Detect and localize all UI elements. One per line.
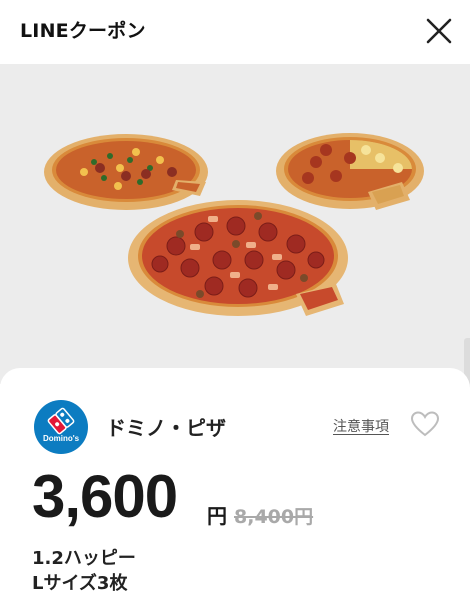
favorite-button[interactable] xyxy=(410,410,440,438)
coupon-price: 3,600 xyxy=(32,463,178,530)
pizza-left xyxy=(44,134,208,210)
close-button[interactable] xyxy=(422,14,456,48)
pizza-center xyxy=(128,200,348,316)
page-title: LINEクーポン xyxy=(20,20,146,42)
brand-name: ドミノ・ピザ xyxy=(106,416,226,440)
pizza-illustration xyxy=(44,133,424,316)
price-currency: 円 xyxy=(207,504,227,528)
notes-link[interactable]: 注意事項 xyxy=(333,416,389,436)
dominos-logo: Domino's xyxy=(34,400,88,454)
pizza-right xyxy=(276,133,424,210)
coupon-hero-image xyxy=(0,64,470,384)
coupon-description-line1: 1.2ハッピー xyxy=(32,548,136,569)
heart-icon xyxy=(410,411,440,437)
close-icon xyxy=(426,18,452,44)
coupon-description-line2: Lサイズ3枚 xyxy=(32,573,128,594)
logo-text: Domino's xyxy=(43,434,80,443)
original-price: 8,400円 xyxy=(234,506,314,528)
coupon-card: Domino's ドミノ・ピザ 注意事項 3,600 円 8,400円 1.2ハ… xyxy=(0,368,470,600)
app-header: LINEクーポン xyxy=(0,0,470,64)
